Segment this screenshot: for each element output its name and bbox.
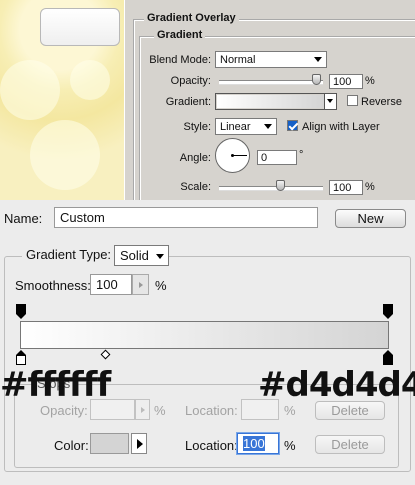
color-location-value: 100	[243, 436, 265, 451]
reverse-label: Reverse	[361, 96, 402, 108]
opacity-unit: %	[365, 75, 375, 87]
color-stop-right[interactable]	[383, 350, 393, 366]
smoothness-label: Smoothness:	[15, 278, 91, 293]
opacity-stop-pointer	[16, 314, 26, 319]
smoothness-stepper[interactable]	[132, 274, 149, 295]
gradient-type-value: Solid	[120, 248, 149, 263]
stop-color-swatch[interactable]	[90, 433, 129, 454]
name-label: Name:	[4, 211, 43, 226]
opacity-stop-cap	[383, 304, 393, 314]
opacity-stop-left[interactable]	[16, 304, 26, 320]
opacity-stop-pointer	[383, 314, 393, 319]
color-location-unit: %	[284, 438, 296, 453]
gradient-preview-picker[interactable]	[215, 93, 337, 110]
gradient-editor-dialog: Name: Custom New Gradient Type: Solid Sm…	[0, 200, 415, 485]
chevron-right-icon	[141, 407, 145, 413]
color-stop-left[interactable]	[16, 350, 26, 366]
angle-dial[interactable]	[215, 138, 250, 173]
color-stop-swatch	[16, 355, 26, 365]
style-select[interactable]: Linear	[215, 118, 277, 135]
scale-input[interactable]: 100	[329, 180, 363, 195]
section-title: Gradient Overlay	[144, 12, 239, 24]
align-with-layer-label: Align with Layer	[302, 121, 380, 133]
smoothness-input[interactable]: 100	[90, 274, 132, 295]
delete-color-stop-button[interactable]: Delete	[315, 435, 385, 454]
scale-label: Scale:	[180, 181, 211, 193]
bokeh-decoration	[70, 60, 110, 100]
right-stop-hex-annotation: #d4d4d4	[258, 365, 415, 405]
reverse-checkbox[interactable]	[347, 95, 358, 106]
color-location-input[interactable]: 100	[237, 433, 279, 454]
blend-mode-label: Blend Mode:	[149, 54, 211, 66]
chevron-down-icon	[327, 99, 333, 103]
chevron-right-icon	[139, 282, 143, 288]
opacity-slider-track[interactable]	[219, 80, 323, 85]
name-input[interactable]: Custom	[54, 207, 318, 228]
gradient-overlay-panel: Gradient Overlay Gradient Blend Mode: No…	[124, 0, 415, 200]
blend-mode-select[interactable]: Normal	[215, 51, 327, 68]
stop-color-label: Color:	[54, 438, 89, 453]
opacity-label: Opacity:	[170, 75, 211, 87]
opacity-stop-right[interactable]	[383, 304, 393, 320]
left-stop-hex-annotation: #ffffff	[0, 365, 111, 405]
angle-dial-needle	[233, 155, 247, 156]
scale-slider-handle[interactable]	[276, 180, 285, 191]
chevron-down-icon	[314, 57, 322, 62]
gradient-preview-swatch[interactable]	[217, 95, 324, 108]
angle-unit: °	[299, 149, 304, 161]
bokeh-decoration	[30, 120, 100, 190]
group-title: Gradient	[154, 29, 206, 41]
opacity-stop-cap	[16, 304, 26, 314]
gradient-type-label: Gradient Type:	[22, 247, 116, 262]
stop-opacity-label: Opacity:	[40, 403, 88, 418]
gradient-dropdown-toggle[interactable]	[324, 94, 336, 109]
angle-input[interactable]: 0	[257, 150, 297, 165]
chevron-down-icon	[264, 124, 272, 129]
stop-color-menu-button[interactable]	[131, 433, 147, 454]
color-location-label: Location:	[185, 438, 238, 453]
bokeh-decoration	[0, 60, 60, 120]
color-stop-swatch	[383, 355, 393, 365]
layer-style-background: Gradient Overlay Gradient Blend Mode: No…	[0, 0, 415, 200]
opacity-location-unit: %	[284, 403, 296, 418]
scale-slider-track[interactable]	[219, 186, 323, 191]
stop-opacity-stepper[interactable]	[135, 399, 150, 420]
scale-unit: %	[365, 181, 375, 193]
new-button[interactable]: New	[335, 209, 406, 228]
style-label: Style:	[183, 121, 211, 133]
opacity-slider-handle[interactable]	[312, 74, 321, 85]
smoothness-unit: %	[155, 278, 167, 293]
gradient-bar[interactable]	[20, 321, 389, 349]
blend-mode-value: Normal	[220, 54, 256, 66]
triangle-right-icon	[137, 439, 143, 449]
align-with-layer-checkbox[interactable]	[287, 120, 298, 131]
style-preview-thumbnail[interactable]	[40, 8, 120, 46]
opacity-location-label: Location:	[185, 403, 238, 418]
gradient-label: Gradient:	[165, 96, 211, 108]
chevron-down-icon	[156, 254, 164, 259]
opacity-input[interactable]: 100	[329, 74, 363, 89]
stop-opacity-unit: %	[154, 403, 166, 418]
angle-label: Angle:	[179, 152, 211, 164]
gradient-type-select[interactable]: Solid	[114, 245, 169, 266]
style-value: Linear	[220, 121, 251, 133]
